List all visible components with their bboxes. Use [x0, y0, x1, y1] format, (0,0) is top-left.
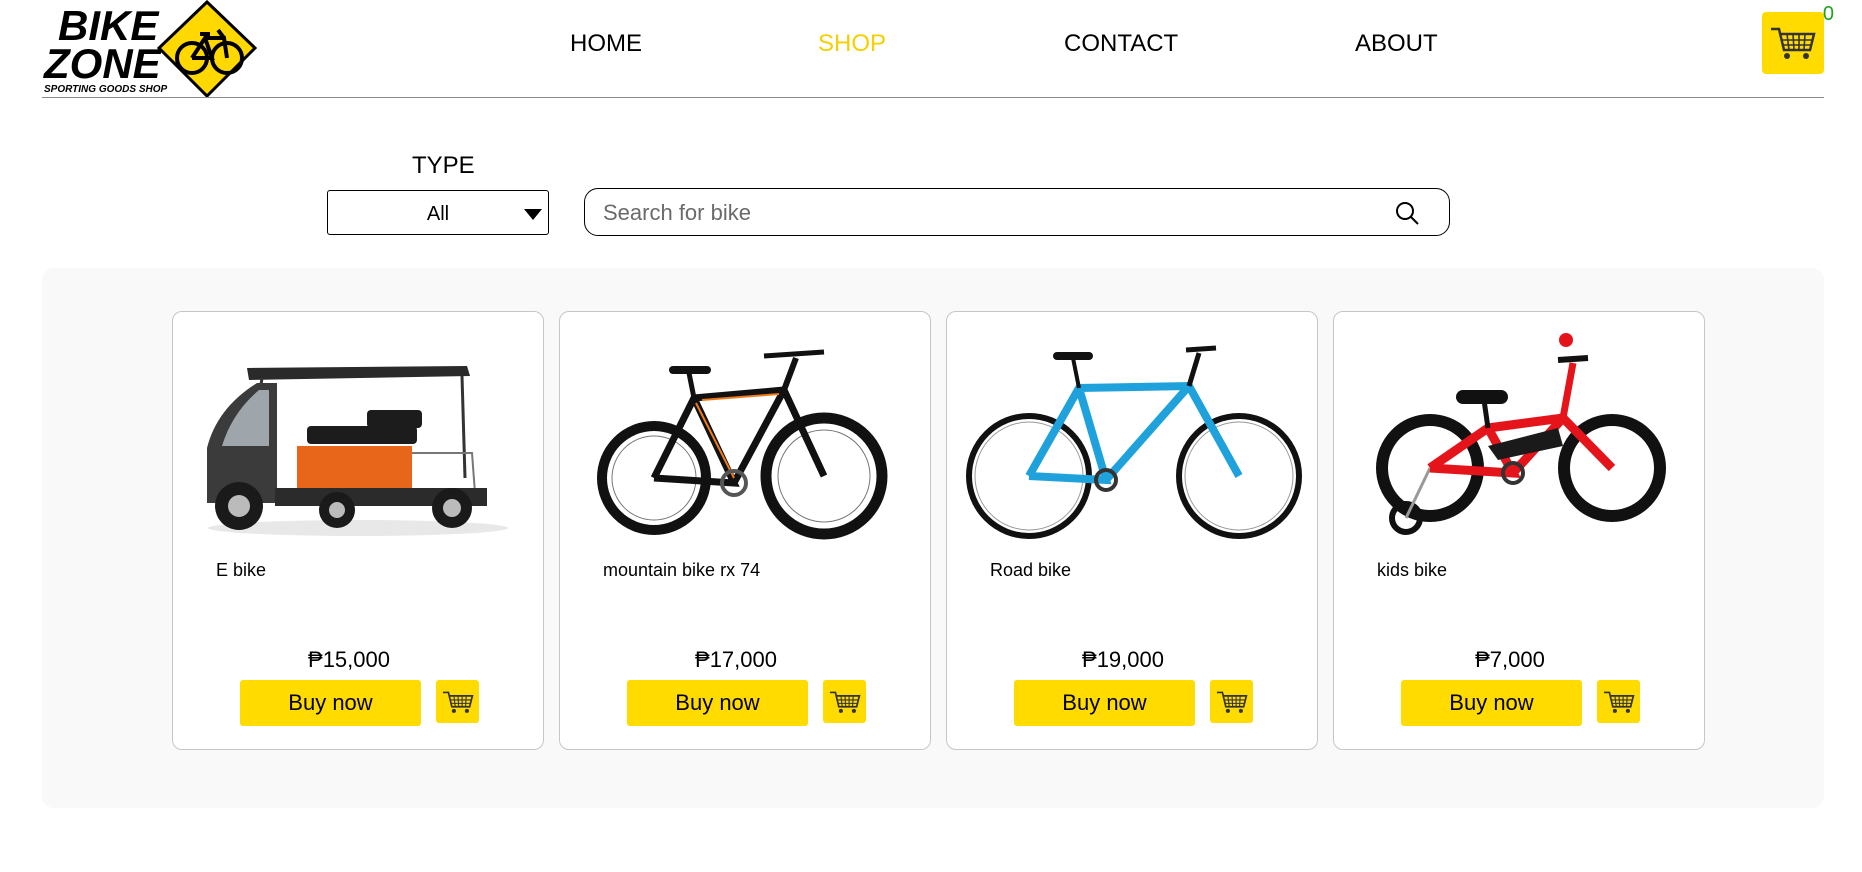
logo-text-zone: ZONE: [43, 40, 163, 87]
shopping-cart-icon: [442, 691, 473, 713]
buy-now-button[interactable]: Buy now: [1014, 680, 1195, 726]
site-header: BIKE ZONE SPORTING GOODS SHOP HOME SHOP …: [42, 0, 1834, 98]
product-card[interactable]: E bike ₱15,000 Buy now: [172, 311, 544, 750]
product-price: ₱17,000: [695, 647, 777, 672]
search-input[interactable]: [601, 197, 1385, 229]
product-price: ₱15,000: [308, 647, 390, 672]
nav-home[interactable]: HOME: [570, 30, 642, 58]
nav-contact[interactable]: CONTACT: [1064, 30, 1178, 58]
shopping-cart-icon: [1771, 27, 1816, 59]
bike-zone-logo[interactable]: BIKE ZONE SPORTING GOODS SHOP: [42, 0, 262, 97]
buy-now-button[interactable]: Buy now: [1401, 680, 1582, 726]
nav-about[interactable]: ABOUT: [1355, 30, 1438, 58]
logo-tagline: SPORTING GOODS SHOP: [44, 84, 167, 95]
add-to-cart-button[interactable]: [436, 680, 479, 723]
nav-shop[interactable]: SHOP: [818, 30, 886, 58]
shopping-cart-icon: [1603, 691, 1634, 713]
buy-now-button[interactable]: Buy now: [240, 680, 421, 726]
product-card[interactable]: Road bike ₱19,000 Buy now: [946, 311, 1318, 750]
type-filter-select[interactable]: All: [327, 190, 549, 235]
product-name[interactable]: kids bike: [1377, 560, 1447, 581]
shopping-cart-icon: [1216, 691, 1247, 713]
type-filter-label: TYPE: [412, 152, 475, 179]
chevron-down-icon: [524, 209, 542, 220]
product-price: ₱7,000: [1475, 647, 1545, 672]
product-card[interactable]: mountain bike rx 74 ₱17,000 Buy now: [559, 311, 931, 750]
product-card[interactable]: kids bike ₱7,000 Buy now: [1333, 311, 1705, 750]
search-icon[interactable]: [1395, 201, 1419, 225]
product-image-kids-bike[interactable]: [1348, 328, 1690, 558]
add-to-cart-button[interactable]: [1597, 680, 1640, 723]
shopping-cart-icon: [829, 691, 860, 713]
add-to-cart-button[interactable]: [823, 680, 866, 723]
add-to-cart-button[interactable]: [1210, 680, 1253, 723]
buy-now-button[interactable]: Buy now: [627, 680, 808, 726]
cart-count-badge: 0: [1822, 3, 1834, 25]
product-image-e-bike[interactable]: [187, 328, 529, 558]
product-image-road-bike[interactable]: [961, 328, 1303, 558]
product-name[interactable]: Road bike: [990, 560, 1071, 581]
type-filter-value: All: [426, 203, 450, 225]
product-name[interactable]: E bike: [216, 560, 266, 581]
header-cart-button[interactable]: 0: [1762, 3, 1834, 74]
search-bar: [584, 188, 1450, 236]
product-price: ₱19,000: [1082, 647, 1164, 672]
product-name[interactable]: mountain bike rx 74: [603, 560, 760, 581]
product-image-mountain-bike[interactable]: [574, 328, 916, 558]
